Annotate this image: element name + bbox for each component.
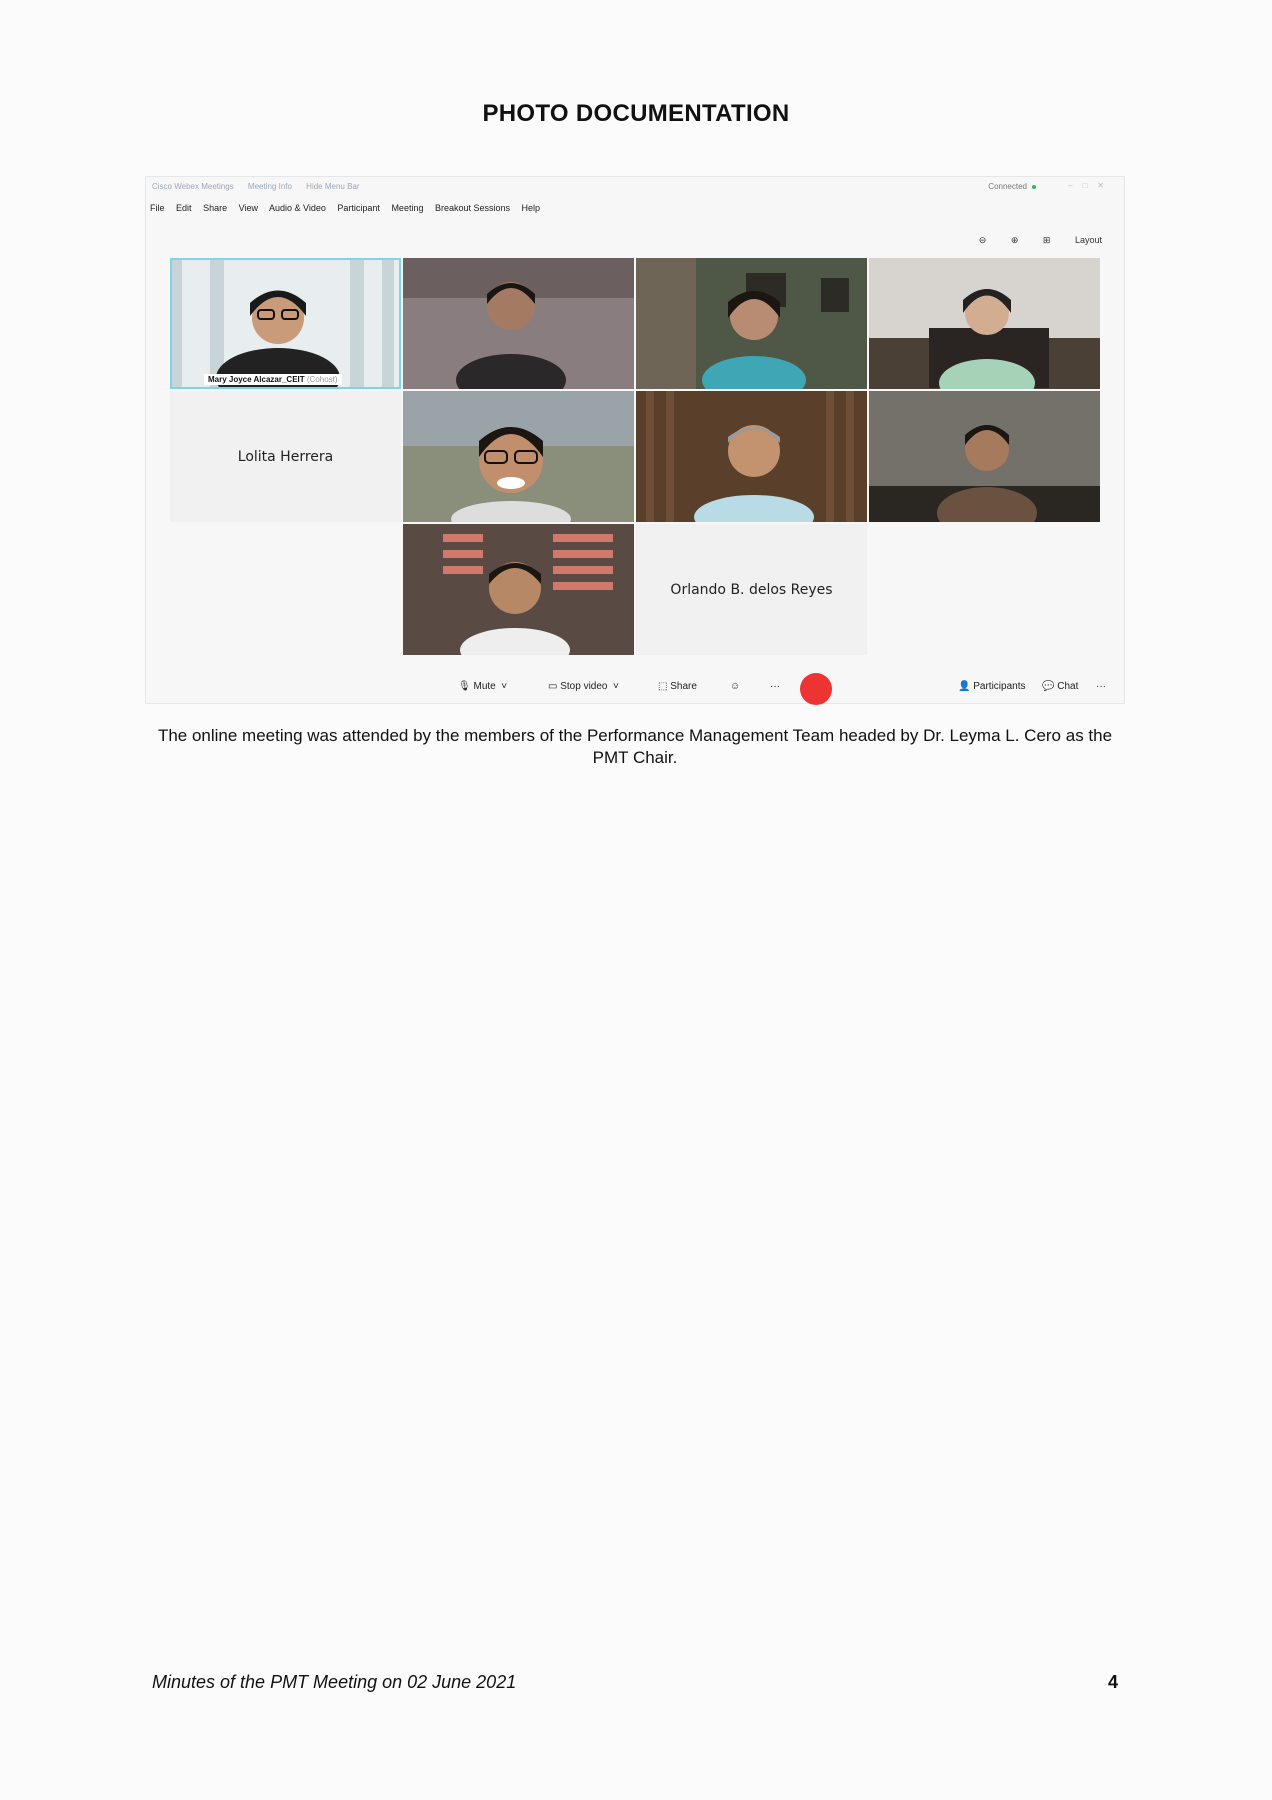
participant-video: [869, 258, 1100, 389]
video-tile-no-video[interactable]: Orlando B. delos Reyes: [636, 524, 867, 655]
zoom-in-icon[interactable]: ⊕: [1011, 235, 1019, 245]
footer-text: Minutes of the PMT Meeting on 02 June 20…: [152, 1672, 517, 1692]
participant-video: [170, 258, 401, 389]
meeting-screenshot: Cisco Webex Meetings Meeting Info Hide M…: [145, 176, 1125, 705]
video-tile-3[interactable]: [636, 258, 867, 389]
menu-edit[interactable]: Edit: [176, 203, 192, 213]
video-tile-6[interactable]: [403, 391, 634, 522]
window-titlebar: Cisco Webex Meetings Meeting Info Hide M…: [146, 177, 1124, 199]
camera-icon: ▭: [548, 681, 558, 692]
menu-participant[interactable]: Participant: [337, 203, 380, 213]
menu-breakout-sessions[interactable]: Breakout Sessions: [435, 203, 510, 213]
stop-video-button[interactable]: ▭ Stop video ˅: [548, 681, 619, 692]
participant-name: Lolita Herrera: [237, 448, 334, 465]
menu-help[interactable]: Help: [522, 203, 541, 213]
end-meeting-button[interactable]: [800, 673, 832, 705]
participants-icon: 👤: [958, 681, 971, 692]
reactions-icon[interactable]: ☺: [730, 681, 740, 692]
participant-video: [403, 258, 634, 389]
participants-button[interactable]: 👤 Participants: [958, 681, 1025, 692]
photo-caption: The online meeting was attended by the m…: [157, 726, 1113, 767]
menu-view[interactable]: View: [239, 203, 258, 213]
more-menu-icon[interactable]: ···: [1096, 681, 1106, 692]
layout-button[interactable]: ⊞ Layout: [1043, 235, 1102, 245]
video-tile-2[interactable]: [403, 258, 634, 389]
meeting-info-button[interactable]: Meeting Info: [248, 182, 292, 191]
chat-icon: 💬: [1042, 681, 1055, 692]
menu-bar: File Edit Share View Audio & Video Parti…: [150, 203, 549, 213]
participant-video: [869, 391, 1100, 522]
participant-video: [636, 391, 867, 522]
window-controls[interactable]: –□✕: [1068, 181, 1114, 190]
page-title: PHOTO DOCUMENTATION: [482, 100, 790, 127]
microphone-icon: 🎙: [458, 681, 471, 692]
meeting-controls: 🎙 Mute ˅ ▭ Stop video ˅ ⬚ Share ☺ ··· 👤 …: [146, 667, 1124, 705]
layout-label: Layout: [1074, 235, 1102, 245]
participant-video: [636, 258, 867, 389]
participant-video: [403, 524, 634, 655]
participant-name-label: Mary Joyce Alcazar_CEIT (Cohost): [204, 374, 342, 385]
share-button[interactable]: ⬚ Share: [658, 681, 697, 692]
share-icon: ⬚: [658, 681, 668, 692]
zoom-out-icon[interactable]: ⊖: [979, 235, 987, 245]
video-tile-no-video[interactable]: Lolita Herrera: [170, 391, 401, 522]
more-options-icon[interactable]: ···: [770, 681, 780, 692]
video-tile-4[interactable]: [869, 258, 1100, 389]
menu-meeting[interactable]: Meeting: [391, 203, 423, 213]
hide-menu-button[interactable]: Hide Menu Bar: [306, 182, 359, 191]
page-number: 4: [1108, 1672, 1119, 1692]
connection-dot-icon: [1032, 184, 1036, 189]
menu-audio-video[interactable]: Audio & Video: [269, 203, 326, 213]
connection-status: Connected: [988, 182, 1027, 191]
video-tile-8[interactable]: [869, 391, 1100, 522]
video-tile-7[interactable]: [636, 391, 867, 522]
video-tile-9[interactable]: [403, 524, 634, 655]
app-name: Cisco Webex Meetings: [152, 182, 234, 191]
chat-button[interactable]: 💬 Chat: [1042, 681, 1078, 692]
menu-file[interactable]: File: [150, 203, 165, 213]
mute-button[interactable]: 🎙 Mute ˅: [458, 681, 507, 692]
menu-share[interactable]: Share: [203, 203, 227, 213]
video-tile-cohost[interactable]: Mary Joyce Alcazar_CEIT (Cohost): [170, 258, 401, 389]
participant-video: [403, 391, 634, 522]
participant-name: Orlando B. delos Reyes: [670, 581, 833, 598]
